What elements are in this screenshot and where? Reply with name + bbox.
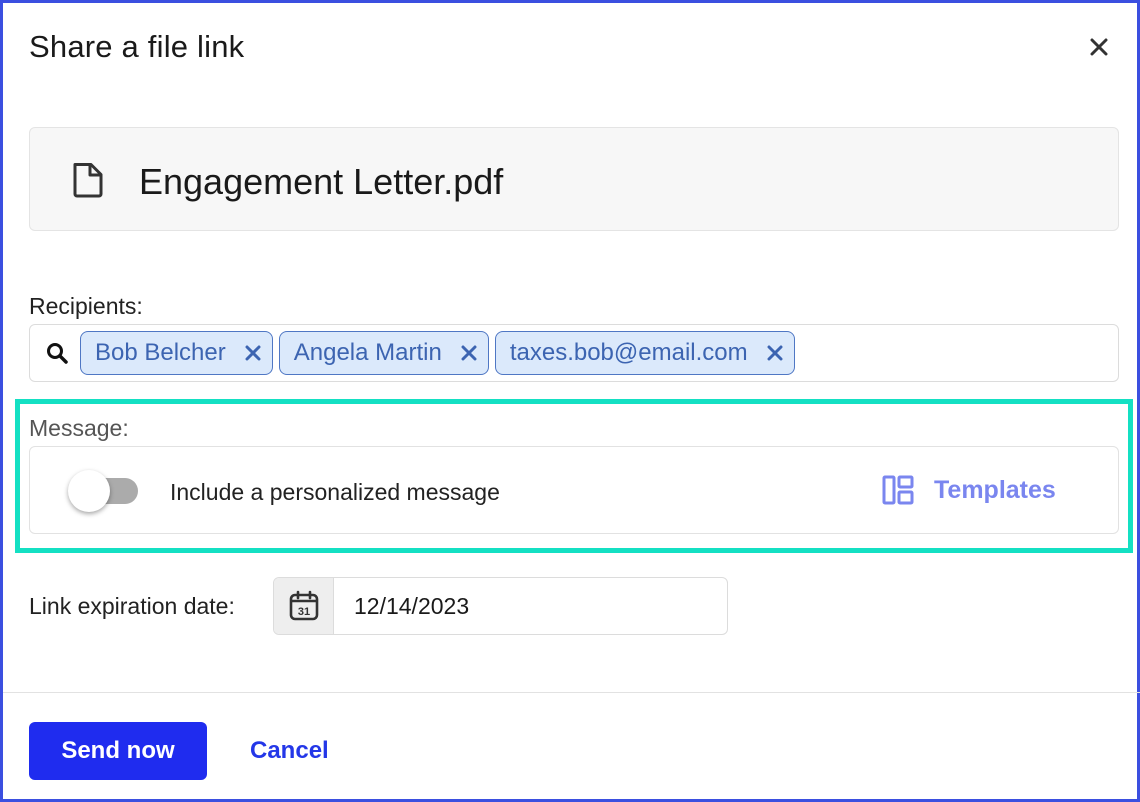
remove-recipient-button[interactable] [460,344,478,362]
expiration-label: Link expiration date: [29,593,235,619]
remove-recipient-button[interactable] [244,344,262,362]
recipient-chip[interactable]: Angela Martin [278,331,489,375]
expiration-date-field: 31 [273,577,728,635]
remove-recipient-button[interactable] [766,344,784,362]
footer-divider [3,692,1140,693]
recipient-chip-label: Angela Martin [293,339,442,366]
file-icon [73,163,103,198]
recipient-chip-label: Bob Belcher [95,339,226,366]
close-icon [245,345,261,361]
message-panel: Include a personalized message Templates [29,446,1119,534]
calendar-day: 31 [297,606,309,618]
recipient-chip-label: taxes.bob@email.com [509,339,748,366]
recipient-chip[interactable]: Bob Belcher [80,331,273,375]
templates-label: Templates [934,475,1056,504]
cancel-button[interactable]: Cancel [250,737,329,765]
close-button[interactable] [1085,33,1113,61]
recipients-label: Recipients: [29,293,143,319]
message-label: Message: [29,415,129,441]
close-icon [767,345,783,361]
personalized-message-label: Include a personalized message [170,479,500,505]
dialog-title: Share a file link [29,29,245,64]
recipient-chip[interactable]: taxes.bob@email.com [494,331,795,375]
close-icon [1090,38,1108,56]
calendar-icon: 31 [289,590,318,621]
send-now-button[interactable]: Send now [29,722,207,780]
share-dialog: Share a file link Engagement Letter.pdf … [0,0,1140,802]
expiration-date-input[interactable] [354,593,654,620]
toggle-knob [68,470,110,512]
calendar-button[interactable]: 31 [274,578,334,634]
file-name: Engagement Letter.pdf [139,161,504,202]
personalized-message-toggle[interactable] [68,470,138,512]
templates-button[interactable]: Templates [882,473,1056,507]
layout-template-icon [882,475,914,505]
close-icon [461,345,477,361]
file-card: Engagement Letter.pdf [29,127,1119,231]
recipients-field[interactable]: Bob Belcher Angela Martin taxes.bob@emai… [29,324,1119,382]
search-icon [47,343,68,364]
